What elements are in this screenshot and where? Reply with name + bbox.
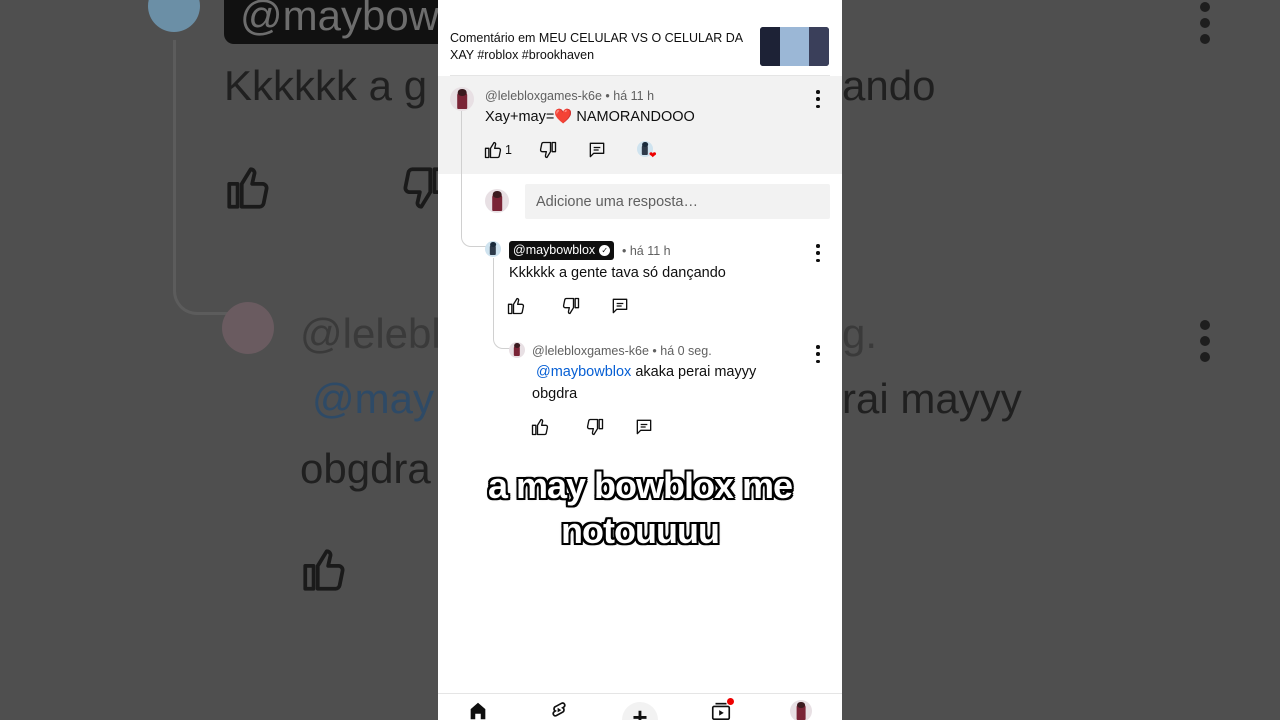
- video-title: Comentário em MEU CELULAR VS O CELULAR D…: [450, 31, 743, 62]
- reply2-mention[interactable]: @maybowblox: [532, 364, 631, 380]
- background-text-line2: obgdra: [300, 445, 431, 492]
- comment-author[interactable]: @lelebloxgames-k6e: [485, 89, 602, 103]
- create-icon: +: [632, 702, 648, 720]
- nav-subscriptions[interactable]: [709, 697, 735, 720]
- comment-reply-button[interactable]: [586, 139, 608, 161]
- reply1-time: • há 11 h: [622, 244, 671, 258]
- video-reference[interactable]: Comentário em MEU CELULAR VS O CELULAR D…: [438, 0, 842, 76]
- reply1-author: @maybowblox: [513, 243, 596, 257]
- background-text-end: rai mayyy: [842, 375, 1022, 422]
- video-caption: a may bowblox me notouuuu: [438, 463, 842, 553]
- home-icon: [470, 702, 486, 720]
- thumbs-up-icon: [484, 141, 502, 159]
- verified-icon: ✓: [599, 245, 611, 256]
- reply2-reply-button[interactable]: [633, 416, 655, 438]
- nav-create[interactable]: +: [622, 702, 658, 720]
- heart-icon: ❤: [649, 150, 657, 160]
- reply1-author-pill[interactable]: @maybowblox ✓: [509, 241, 615, 260]
- thumbs-down-icon: [562, 297, 580, 315]
- bottom-nav: +: [438, 693, 842, 720]
- comment-text: Xay+may=❤️ NAMORANDOOO: [485, 109, 695, 125]
- video-thumbnail[interactable]: [760, 27, 829, 66]
- background-handle: @maybowl: [224, 0, 464, 44]
- reply2-avatar[interactable]: [509, 342, 525, 358]
- background-more-icon-2: [1200, 320, 1210, 368]
- reply1-text: Kkkkkk a gente tava só dançando: [509, 265, 726, 281]
- profile-avatar: [790, 700, 812, 720]
- shorts-icon: [552, 702, 566, 717]
- reply1-reply-button[interactable]: [609, 295, 631, 317]
- thumbs-down-icon: [586, 418, 604, 436]
- background-reply-text: Kkkkkk a g: [224, 62, 428, 109]
- nav-profile[interactable]: [789, 699, 813, 720]
- background-more-icon: [1200, 2, 1210, 50]
- comment-icon: [612, 298, 628, 314]
- reply-input-avatar: [485, 189, 509, 213]
- reply2-like-button[interactable]: [529, 416, 551, 438]
- comment-time: • há 11 h: [605, 89, 655, 103]
- thread-line: [461, 111, 486, 247]
- reply1-more-icon[interactable]: [812, 244, 824, 262]
- comment-dislike-button[interactable]: [537, 139, 559, 161]
- nav-home[interactable]: [466, 699, 490, 720]
- background-author-end: g.: [842, 310, 878, 357]
- comment-icon: [589, 142, 605, 158]
- comment-icon: [636, 419, 652, 435]
- reply1-dislike-button[interactable]: [560, 295, 582, 317]
- comment-meta: @lelebloxgames-k6e • há 11 h: [485, 89, 654, 103]
- thread-line-2: [493, 258, 510, 349]
- reply2-text-block: @maybowblox akaka perai mayyy obgdra: [532, 361, 772, 405]
- reply2-author[interactable]: @lelebloxgames-k6e: [532, 344, 649, 358]
- thumbs-up-icon: [531, 418, 549, 436]
- reply1-avatar[interactable]: [485, 241, 501, 257]
- reply2-more-icon[interactable]: [812, 345, 824, 363]
- comment-avatar[interactable]: [450, 87, 474, 111]
- reply2-time: • há 0 seg.: [652, 344, 712, 358]
- top-band: [438, 0, 842, 20]
- reply2-meta: @lelebloxgames-k6e • há 0 seg.: [532, 344, 712, 358]
- caption-line-2: notouuuu: [561, 510, 720, 551]
- background-mention: @may: [312, 375, 434, 422]
- background-like-icon-2: [303, 549, 345, 591]
- caption-line-1: a may bowblox me: [487, 465, 793, 506]
- comment-more-icon[interactable]: [812, 90, 824, 108]
- background-thread-line: [173, 40, 236, 315]
- comments-panel: Comentário em MEU CELULAR VS O CELULAR D…: [438, 0, 842, 720]
- notification-dot: [726, 697, 735, 706]
- comment-like-count: 1: [505, 143, 512, 157]
- reply2-dislike-button[interactable]: [584, 416, 606, 438]
- reply-input[interactable]: [525, 184, 830, 219]
- thumbs-down-icon: [539, 141, 557, 159]
- background-reply-text-end: ando: [842, 62, 936, 109]
- nav-shorts[interactable]: [547, 699, 571, 720]
- background-avatar-lele: [222, 302, 274, 354]
- background-avatar-may: [148, 0, 200, 32]
